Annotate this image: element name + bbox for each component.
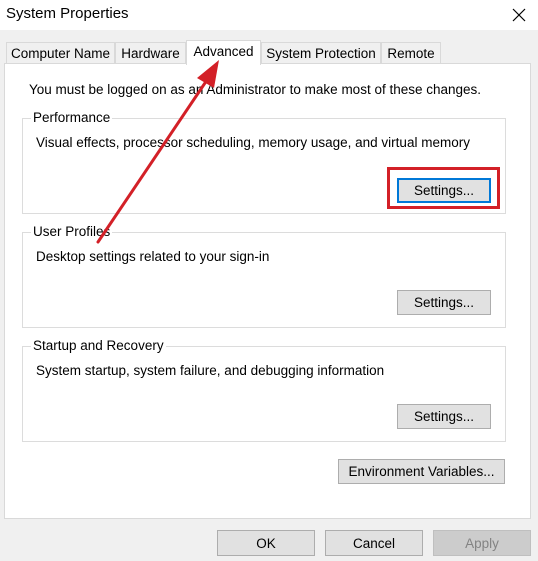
tab-remote[interactable]: Remote [381,42,441,63]
system-properties-window: System Properties Computer Name Hardware… [0,0,538,561]
performance-description: Visual effects, processor scheduling, me… [36,135,470,150]
cancel-button[interactable]: Cancel [325,530,423,556]
tab-advanced[interactable]: Advanced [186,40,261,65]
apply-button[interactable]: Apply [433,530,531,556]
user-profiles-settings-button[interactable]: Settings... [397,290,491,315]
startup-recovery-settings-button[interactable]: Settings... [397,404,491,429]
environment-variables-button[interactable]: Environment Variables... [338,459,505,484]
user-profiles-description: Desktop settings related to your sign-in [36,249,270,264]
performance-settings-button[interactable]: Settings... [397,178,491,203]
startup-recovery-description: System startup, system failure, and debu… [36,363,385,378]
performance-group: Performance Visual effects, processor sc… [22,110,506,214]
performance-group-title: Performance [31,110,113,125]
startup-recovery-group-title: Startup and Recovery [31,338,166,353]
administrator-notice: You must be logged on as an Administrato… [29,82,482,97]
startup-recovery-group: Startup and Recovery System startup, sys… [22,338,506,442]
tab-computer-name[interactable]: Computer Name [6,42,115,63]
title-bar: System Properties [0,0,538,30]
advanced-tab-panel: You must be logged on as an Administrato… [4,63,531,519]
user-profiles-group-title: User Profiles [31,224,113,239]
tab-system-protection[interactable]: System Protection [261,42,381,63]
window-title: System Properties [6,5,129,22]
close-button[interactable] [506,2,532,28]
tab-hardware[interactable]: Hardware [115,42,186,63]
close-icon [512,8,526,22]
user-profiles-group: User Profiles Desktop settings related t… [22,224,506,328]
ok-button[interactable]: OK [217,530,315,556]
